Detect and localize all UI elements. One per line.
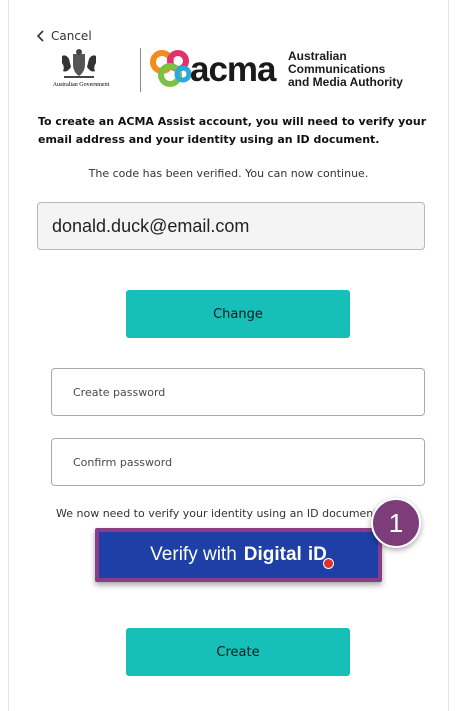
confirm-password-input[interactable] <box>51 438 425 486</box>
page-frame-right <box>448 0 449 711</box>
australian-government-logo: Australian Government <box>32 44 130 94</box>
cancel-label: Cancel <box>51 29 92 43</box>
verify-digital-id-button[interactable]: Verify with Digital iD <box>99 532 378 578</box>
chevron-left-icon <box>36 30 44 42</box>
change-button[interactable]: Change <box>126 290 350 338</box>
verification-message: The code has been verified. You can now … <box>88 167 369 180</box>
verify-with-label: Verify with <box>150 544 237 565</box>
authority-line-3: and Media Authority <box>288 75 403 89</box>
digital-id-logo: iD <box>308 544 334 569</box>
acma-authority-name: Australian Communications and Media Auth… <box>288 50 403 89</box>
page-frame-left <box>8 0 9 711</box>
coat-of-arms-icon <box>62 49 96 78</box>
intro-text: To create an ACMA Assist account, you wi… <box>38 115 427 146</box>
digital-brand-label: Digital <box>243 544 302 565</box>
email-field[interactable]: donald.duck@email.com <box>37 202 425 250</box>
gov-logo-text: Australian Government <box>52 82 110 88</box>
create-button[interactable]: Create <box>126 628 350 676</box>
digital-id-highlight: Verify with Digital iD <box>95 528 382 582</box>
step-number-badge: 1 <box>371 498 421 548</box>
acma-logo-mark-icon <box>150 50 192 87</box>
acma-wordmark: acma <box>190 50 277 89</box>
logo-divider <box>140 48 141 92</box>
digital-id-dot-icon <box>322 558 334 569</box>
cancel-link[interactable]: Cancel <box>34 27 92 45</box>
header-logos: Australian Government acma Australian Co… <box>32 44 432 96</box>
create-password-input[interactable] <box>51 368 425 416</box>
